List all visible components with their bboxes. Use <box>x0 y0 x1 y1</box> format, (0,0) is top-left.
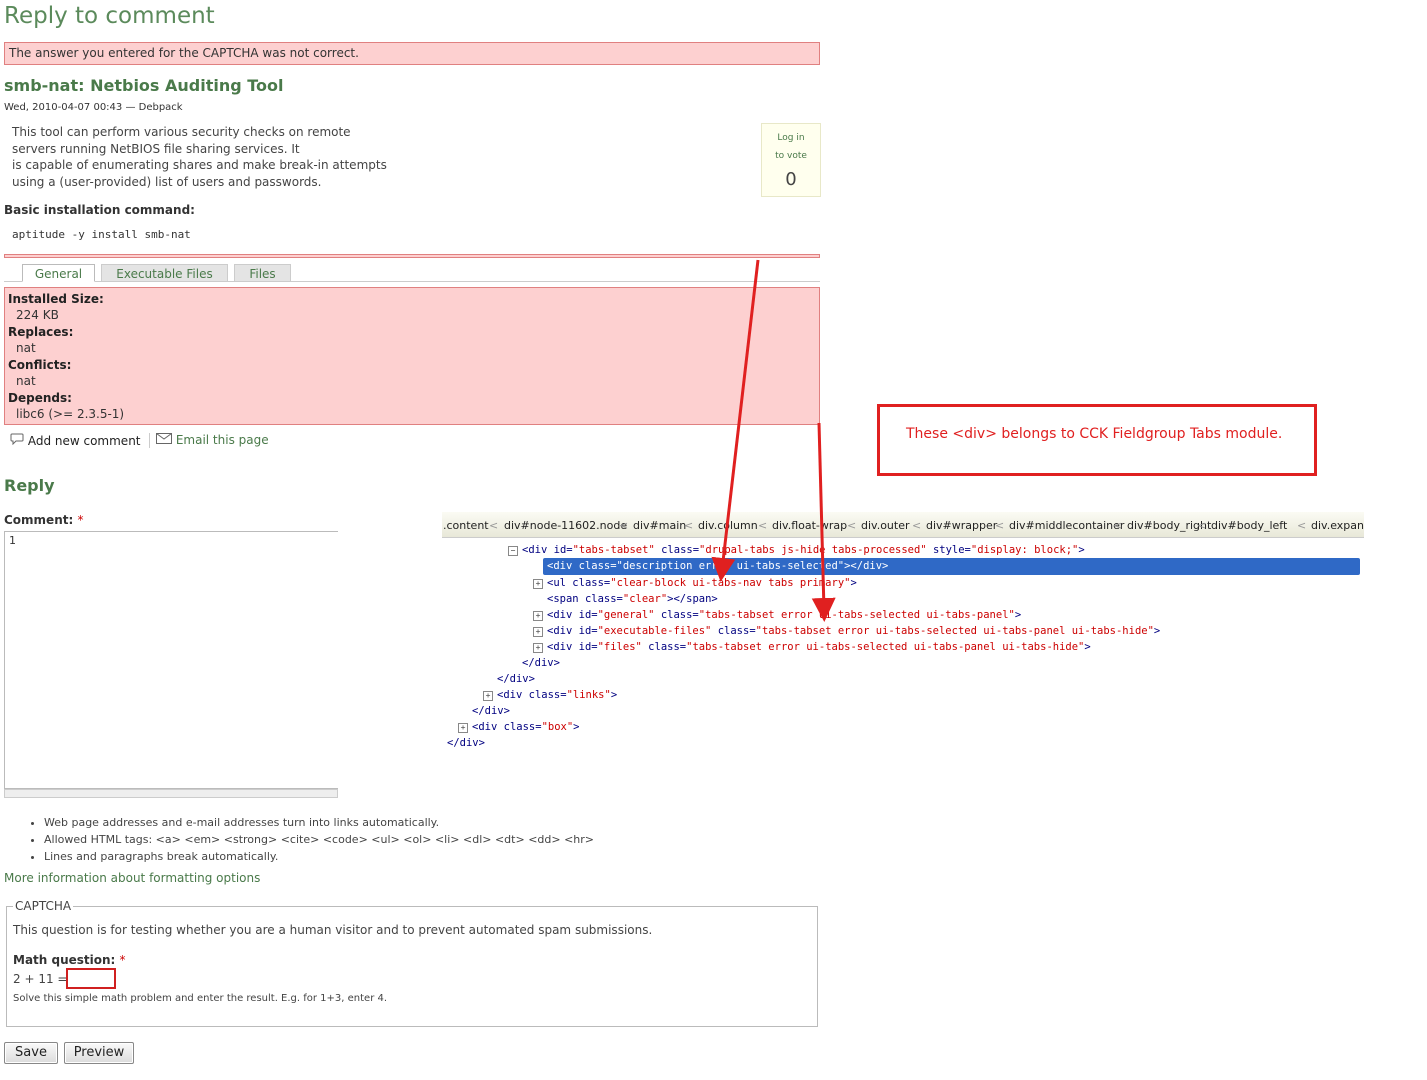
annotation-arrows <box>711 259 836 622</box>
arrow-to-description-div <box>711 259 760 582</box>
arrow-to-general-div <box>811 422 836 622</box>
